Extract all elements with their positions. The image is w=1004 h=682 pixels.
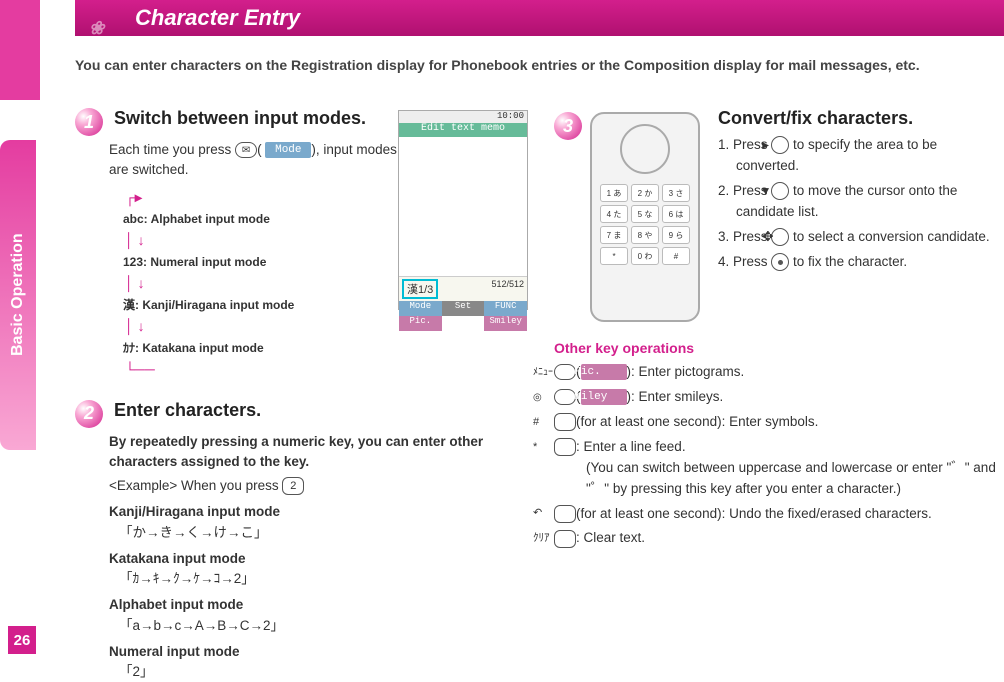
other-ops-heading: Other key operations bbox=[554, 340, 999, 356]
clear-key-icon: ｸﾘｱ bbox=[554, 530, 576, 548]
screen-soft-mid: Set bbox=[442, 301, 485, 316]
step-2-heading: Enter characters. bbox=[114, 400, 261, 420]
step3-item-2: 2. Press ▾ to move the cursor onto the c… bbox=[718, 181, 998, 223]
screen-counter: 512/512 bbox=[491, 279, 524, 299]
mail-key-icon: ✉ bbox=[235, 142, 257, 158]
page-number: 26 bbox=[8, 626, 36, 654]
mode-numr-seq: 「2」 bbox=[119, 662, 535, 682]
dpad-graphic bbox=[620, 124, 670, 174]
op-undo: ↶(for at least one second): Undo the fix… bbox=[554, 504, 999, 525]
step3-item-3: 3. Press ✥ to select a conversion candid… bbox=[718, 227, 998, 248]
screen-soft-right: FUNC bbox=[484, 301, 527, 316]
left-strip-accent bbox=[0, 0, 40, 100]
screen-soft-right2: Smiley bbox=[484, 316, 527, 331]
page-title-bar: Character Entry bbox=[75, 0, 1004, 36]
op-smileys: ◎(Smiley): Enter smileys. bbox=[554, 387, 999, 408]
call-key-icon: ↶ bbox=[554, 505, 576, 523]
smiley-softkey-label: Smiley bbox=[581, 389, 627, 405]
keypad-grid: 1 あ2 か3 さ 4 た5 な6 は 7 ま8 や9 ら *0 わ# bbox=[592, 184, 698, 265]
mode-kata-seq: 「ｶ→ｷ→ｸ→ｹ→ｺ→2」 bbox=[119, 569, 535, 589]
screen-mode-badge: 漢1/3 bbox=[402, 279, 438, 299]
mode-alpha-seq: 「a→b→c→A→B→C→2」 bbox=[119, 616, 535, 636]
menu-key-icon: ﾒﾆｭｰ bbox=[554, 364, 576, 380]
intro-text: You can enter characters on the Registra… bbox=[75, 56, 975, 76]
dpad-down-icon: ▾ bbox=[771, 182, 789, 200]
mode-kata-name: Katakana input mode bbox=[109, 549, 535, 569]
step-3-number: 3 bbox=[554, 112, 582, 140]
dpad-right-icon: ▸ bbox=[771, 136, 789, 154]
input-mode-cycle: ┌▸ abc: Alphabet input mode │ ↓ 123: Num… bbox=[123, 187, 409, 380]
phone-keypad-graphic: 1 あ2 か3 さ 4 た5 な6 は 7 ま8 や9 ら *0 わ# bbox=[590, 112, 700, 322]
op-symbols: #(for at least one second): Enter symbol… bbox=[554, 412, 999, 433]
step-2-number: 2 bbox=[75, 400, 103, 428]
left-strip: Basic Operation 26 bbox=[0, 0, 40, 662]
mode-kanji-name: Kanji/Hiragana input mode bbox=[109, 502, 535, 522]
op-linefeed-note: (You can switch between uppercase and lo… bbox=[586, 458, 999, 500]
step3-item-4: 4. Press to fix the character. bbox=[718, 252, 998, 273]
pic-softkey-label: Pic. bbox=[581, 364, 627, 380]
mode-abc: abc: Alphabet input mode bbox=[123, 210, 409, 228]
screen-soft-left2: Pic. bbox=[399, 316, 442, 331]
step-2-sub: By repeatedly pressing a numeric key, yo… bbox=[109, 432, 535, 473]
op-clear: ｸﾘｱ: Clear text. bbox=[554, 528, 999, 549]
hash-key-icon: # bbox=[554, 413, 576, 431]
step-2: 2 Enter characters. By repeatedly pressi… bbox=[75, 400, 535, 682]
section-tab: Basic Operation bbox=[0, 140, 36, 450]
op-linefeed: *: Enter a line feed. (You can switch be… bbox=[554, 437, 999, 500]
phone-screen-mock: 10:00 Edit text memo 漢1/3 512/512 Mode S… bbox=[398, 110, 528, 310]
dpad-center-icon bbox=[771, 253, 789, 271]
step-1-heading: Switch between input modes. bbox=[114, 108, 366, 128]
screen-soft-left: Mode bbox=[399, 301, 442, 316]
mode-kanji: 漢: Kanji/Hiragana input mode bbox=[123, 296, 409, 314]
mode-kanji-seq: 「か→き→く→け→こ」 bbox=[119, 523, 535, 543]
page-title: Character Entry bbox=[135, 5, 300, 31]
mode-softkey-label: Mode bbox=[265, 142, 311, 158]
screen-text-area bbox=[399, 137, 527, 277]
screen-clock: 10:00 bbox=[399, 111, 527, 123]
step-1-text-a: Each time you press bbox=[109, 142, 235, 157]
step-1-number: 1 bbox=[75, 108, 103, 136]
step3-item-1: 1. Press ▸ to specify the area to be con… bbox=[718, 135, 998, 177]
screen-header: Edit text memo bbox=[399, 123, 527, 137]
star-key-icon: * bbox=[554, 438, 576, 456]
step-3-heading: Convert/fix characters. bbox=[718, 108, 998, 129]
dpad-all-icon: ✥ bbox=[771, 228, 789, 246]
mode-alpha-name: Alphabet input mode bbox=[109, 595, 535, 615]
mode-kana: ｶﾅ: Katakana input mode bbox=[123, 339, 409, 357]
op-pictograms: ﾒﾆｭｰ(Pic.): Enter pictograms. bbox=[554, 362, 999, 383]
mode-numr-name: Numeral input mode bbox=[109, 642, 535, 662]
key-2-icon: 2 bbox=[282, 477, 304, 495]
mode-num: 123: Numeral input mode bbox=[123, 253, 409, 271]
example-label: <Example> When you press bbox=[109, 478, 282, 493]
